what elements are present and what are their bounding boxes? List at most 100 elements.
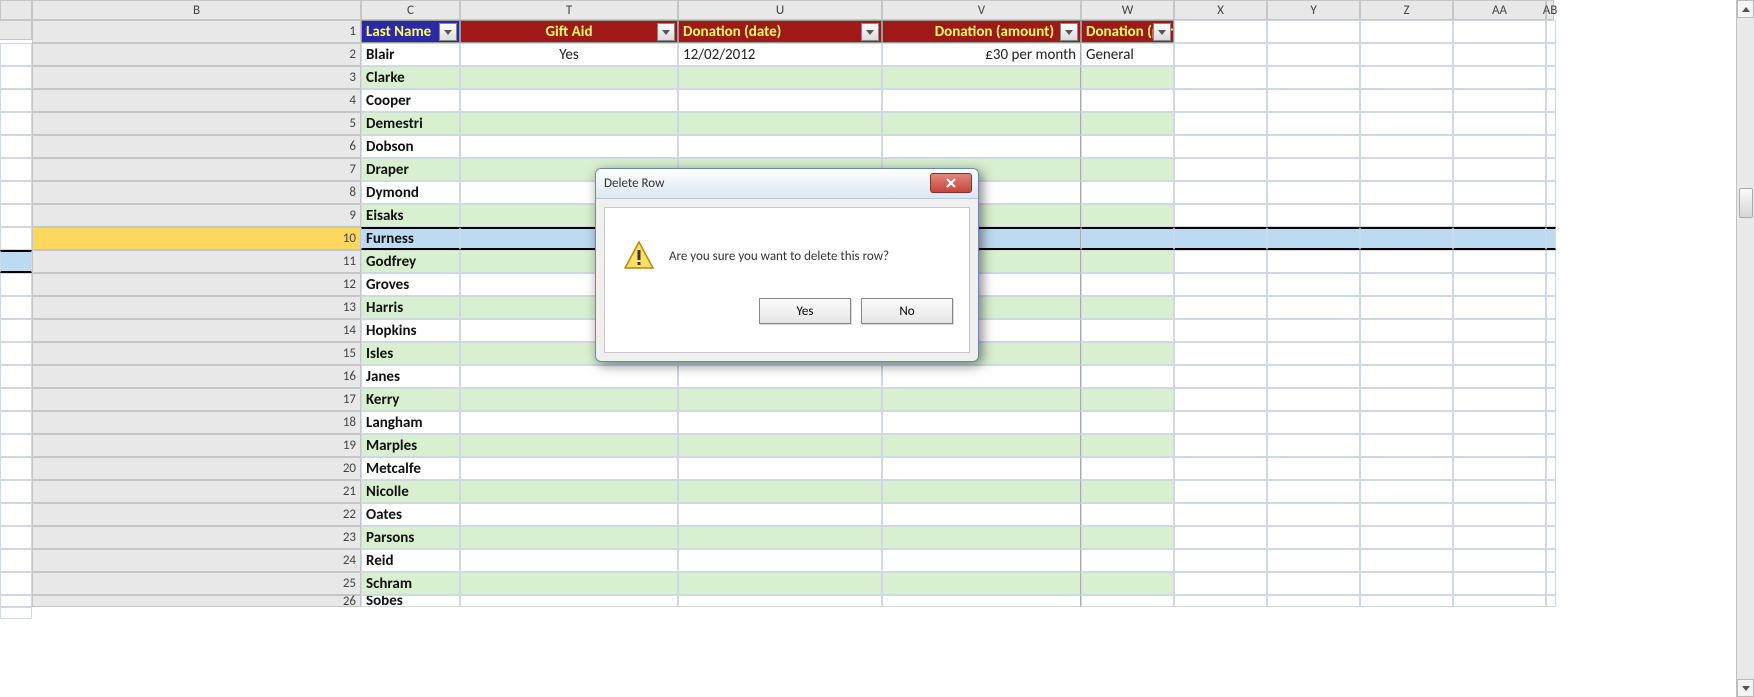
cell-last-name[interactable]: Hopkins [361,319,460,342]
empty-cell[interactable] [1174,112,1267,135]
empty-cell[interactable] [1360,112,1453,135]
cell-gift-aid[interactable] [460,365,678,388]
empty-cell[interactable] [1360,89,1453,112]
cell-donation-amount[interactable] [882,595,1081,607]
empty-cell[interactable] [1546,135,1556,158]
row-header[interactable]: 8 [32,181,361,204]
empty-cell[interactable] [1453,43,1546,66]
empty-cell[interactable] [1174,480,1267,503]
filter-button-donation-amount[interactable] [1060,23,1078,41]
empty-cell[interactable] [1453,112,1546,135]
cell-last-name[interactable]: Oates [361,503,460,526]
empty-cell[interactable] [1360,135,1453,158]
empty-cell[interactable] [1360,480,1453,503]
empty-cell[interactable] [1267,43,1360,66]
row-header[interactable]: 17 [32,388,361,411]
row-header[interactable]: 11 [32,250,361,273]
select-all-corner[interactable] [0,0,32,20]
scroll-down-button[interactable] [1737,679,1754,697]
column-header-X[interactable]: X [1174,0,1267,20]
row-header[interactable]: 24 [32,549,361,572]
cell-donation-purpose[interactable] [1081,503,1174,526]
empty-cell[interactable] [1453,549,1546,572]
empty-cell[interactable] [1360,342,1453,365]
empty-cell[interactable] [1267,342,1360,365]
cell-last-name[interactable]: Blair [361,43,460,66]
cell-donation-purpose[interactable] [1081,135,1174,158]
empty-cell[interactable] [1453,181,1546,204]
row-header[interactable]: 14 [32,319,361,342]
empty-cell[interactable] [1174,342,1267,365]
cell-last-name[interactable]: Langham [361,411,460,434]
cell-gift-aid[interactable] [460,89,678,112]
empty-cell[interactable] [1453,457,1546,480]
cell-donation-purpose[interactable] [1081,572,1174,595]
empty-cell[interactable] [1453,434,1546,457]
cell-donation-date[interactable] [678,135,882,158]
empty-cell[interactable] [1360,66,1453,89]
empty-cell[interactable] [1360,572,1453,595]
empty-cell[interactable] [1546,503,1556,526]
row-header[interactable]: 25 [32,572,361,595]
empty-cell[interactable] [1453,20,1546,43]
empty-cell[interactable] [1267,181,1360,204]
dialog-no-button[interactable]: No [861,298,953,324]
empty-cell[interactable] [1546,158,1556,181]
cell-donation-amount[interactable] [882,480,1081,503]
cell-last-name[interactable]: Cooper [361,89,460,112]
cell-donation-date[interactable] [678,503,882,526]
column-header-U[interactable]: U [678,0,882,20]
column-header-Z[interactable]: Z [1360,0,1453,20]
empty-cell[interactable] [1360,250,1453,273]
empty-cell[interactable] [1546,457,1556,480]
empty-cell[interactable] [1174,181,1267,204]
cell-gift-aid[interactable] [460,135,678,158]
cell-donation-amount[interactable] [882,89,1081,112]
empty-cell[interactable] [1174,365,1267,388]
cell-donation-purpose[interactable] [1081,457,1174,480]
column-header-AB[interactable]: AB [1546,0,1554,20]
cell-donation-amount[interactable] [882,503,1081,526]
empty-cell[interactable] [1174,319,1267,342]
empty-cell[interactable] [1453,89,1546,112]
empty-cell[interactable] [1360,204,1453,227]
dialog-yes-button[interactable]: Yes [759,298,851,324]
empty-cell[interactable] [1546,227,1556,250]
empty-cell[interactable] [1453,526,1546,549]
empty-cell[interactable] [1174,273,1267,296]
cell-donation-purpose[interactable] [1081,411,1174,434]
column-header-T[interactable]: T [460,0,678,20]
cell-gift-aid[interactable] [460,66,678,89]
empty-cell[interactable] [1546,572,1556,595]
cell-donation-purpose[interactable] [1081,112,1174,135]
empty-cell[interactable] [1546,365,1556,388]
empty-cell[interactable] [1453,273,1546,296]
col-header-donation-amount[interactable]: Donation (amount) [882,20,1081,43]
filter-button-donation-purpose[interactable] [1153,23,1171,41]
cell-last-name[interactable]: Kerry [361,388,460,411]
column-header-AA[interactable]: AA [1453,0,1546,20]
empty-cell[interactable] [1174,227,1267,250]
empty-cell[interactable] [1267,204,1360,227]
empty-cell[interactable] [1360,319,1453,342]
empty-cell[interactable] [1546,434,1556,457]
cell-donation-date[interactable] [678,89,882,112]
cell-donation-purpose[interactable] [1081,480,1174,503]
cell-donation-date[interactable] [678,112,882,135]
empty-cell[interactable] [1453,227,1546,250]
col-header-donation-purpose[interactable]: Donation (purpose) [1081,20,1174,43]
dialog-titlebar[interactable]: Delete Row [596,169,978,199]
empty-cell[interactable] [1546,43,1556,66]
empty-cell[interactable] [1546,319,1556,342]
empty-cell[interactable] [1360,388,1453,411]
column-header-B[interactable]: B [32,0,361,20]
cell-gift-aid[interactable] [460,457,678,480]
empty-cell[interactable] [1546,20,1556,43]
row-header[interactable]: 6 [32,135,361,158]
cell-donation-purpose[interactable] [1081,227,1174,250]
cell-last-name[interactable]: Godfrey [361,250,460,273]
cell-donation-purpose[interactable] [1081,365,1174,388]
empty-cell[interactable] [1546,480,1556,503]
row-header[interactable]: 21 [32,480,361,503]
cell-donation-amount[interactable] [882,388,1081,411]
